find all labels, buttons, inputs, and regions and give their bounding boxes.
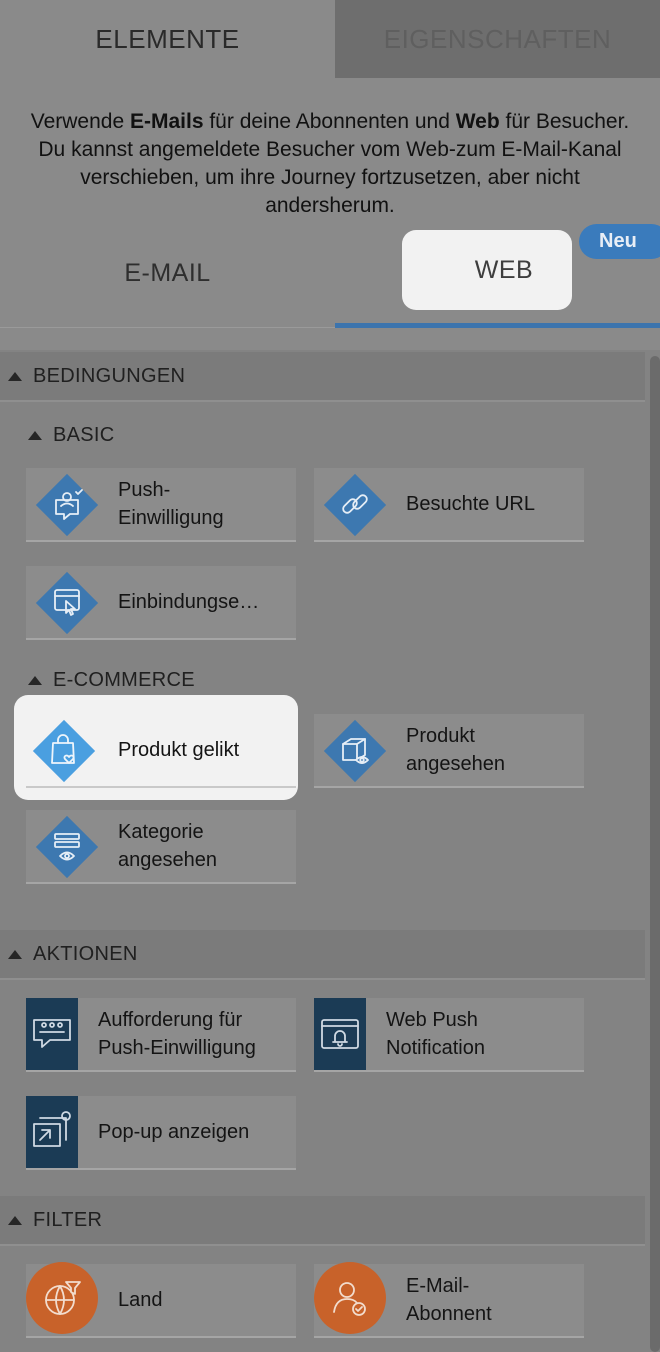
subsection-header-basic[interactable]: BASIC	[20, 420, 115, 450]
list-eye-icon	[35, 815, 99, 879]
element-label: Kategorie angesehen	[118, 821, 217, 871]
collapse-triangle-icon	[8, 371, 22, 381]
element-card-product-liked[interactable]: Produkt gelikt	[26, 714, 296, 788]
new-badge: Neu	[579, 224, 660, 259]
section-title: AKTIONEN	[33, 942, 138, 965]
globe-filter-icon	[26, 1262, 98, 1334]
element-label: Besuchte URL	[406, 493, 535, 515]
section-title: BEDINGUNGEN	[33, 364, 186, 387]
element-card-email-subscriber[interactable]: E-Mail- Abonnent	[314, 1262, 584, 1338]
link-icon	[323, 473, 387, 537]
user-check-icon	[314, 1262, 386, 1334]
top-tab-bar: ELEMENTE EIGENSCHAFTEN	[0, 0, 660, 78]
channel-tab-email[interactable]: E-MAIL	[0, 228, 335, 318]
element-label: Einbindungse…	[118, 591, 260, 613]
element-card-web-push[interactable]: Web Push Notification	[314, 998, 584, 1072]
subsection-title: BASIC	[53, 423, 115, 446]
channel-description: Verwende E-Mails für deine Abonnenten un…	[30, 110, 630, 217]
element-label: Web Push Notification	[386, 1009, 485, 1059]
chat-bubble-icon	[26, 998, 78, 1070]
collapse-triangle-icon	[28, 430, 42, 440]
active-tab-indicator	[335, 323, 660, 328]
element-label: E-Mail- Abonnent	[406, 1275, 492, 1325]
subsection-header-ecommerce[interactable]: E-COMMERCE	[20, 665, 195, 695]
collapse-triangle-icon	[28, 675, 42, 685]
element-card-push-consent[interactable]: Push- Einwilligung	[26, 468, 296, 542]
element-card-visited-url[interactable]: Besuchte URL	[314, 468, 584, 542]
section-header-conditions[interactable]: BEDINGUNGEN	[0, 352, 645, 402]
click-page-icon	[35, 571, 99, 635]
element-label: Produkt gelikt	[118, 738, 240, 761]
collapse-triangle-icon	[8, 1215, 22, 1225]
subsection-title: E-COMMERCE	[53, 668, 195, 691]
element-label: Push- Einwilligung	[118, 479, 224, 529]
element-card-engagement-page[interactable]: Einbindungse…	[26, 566, 296, 640]
popup-icon	[26, 1096, 78, 1168]
divider	[0, 327, 335, 328]
browser-bell-icon	[314, 998, 366, 1070]
element-label: Pop-up anzeigen	[98, 1121, 250, 1143]
section-header-filter[interactable]: FILTER	[0, 1196, 645, 1246]
shopping-bag-heart-icon	[32, 719, 96, 783]
box-eye-icon	[323, 719, 387, 783]
tab-elements[interactable]: ELEMENTE	[0, 0, 335, 78]
section-title: FILTER	[33, 1208, 103, 1231]
element-label: Land	[118, 1289, 163, 1311]
element-label: Produkt angesehen	[406, 725, 505, 775]
scrollbar[interactable]	[650, 356, 660, 1352]
tab-properties[interactable]: EIGENSCHAFTEN	[335, 0, 660, 78]
collapse-triangle-icon	[8, 949, 22, 959]
section-header-actions[interactable]: AKTIONEN	[0, 930, 645, 980]
element-card-category-viewed[interactable]: Kategorie angesehen	[26, 810, 296, 884]
channel-tab-web[interactable]: WEB	[402, 230, 572, 310]
element-card-show-popup[interactable]: Pop-up anzeigen	[26, 1096, 296, 1170]
element-card-push-prompt[interactable]: Aufforderung für Push-Einwilligung	[26, 998, 296, 1072]
push-consent-icon	[35, 473, 99, 537]
element-card-country[interactable]: Land	[26, 1262, 296, 1338]
element-card-product-viewed[interactable]: Produkt angesehen	[314, 714, 584, 788]
element-label: Aufforderung für Push-Einwilligung	[98, 1009, 256, 1059]
